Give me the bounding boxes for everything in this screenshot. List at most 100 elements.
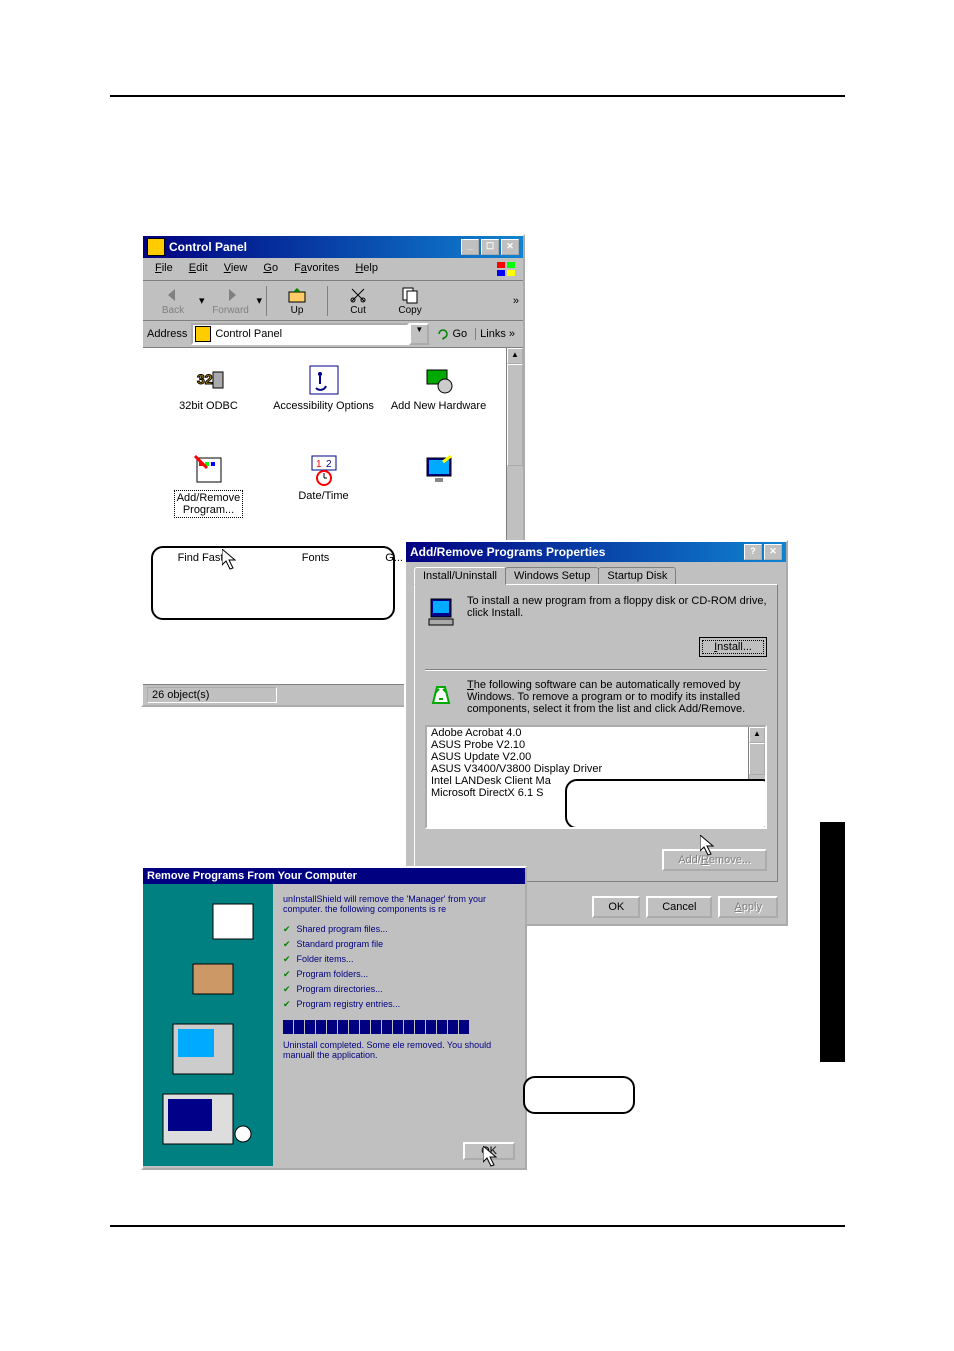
menu-favorites[interactable]: Favorites <box>286 260 347 278</box>
tab-startup-disk[interactable]: Startup Disk <box>598 567 676 585</box>
cancel-button[interactable]: Cancel <box>646 896 712 918</box>
divider-top <box>110 95 845 97</box>
window-controls: _ ☐ ✕ <box>459 239 519 255</box>
menubar: File Edit View Go Favorites Help <box>143 258 523 281</box>
odbc-icon: 32 <box>193 364 225 396</box>
uninstall-graphic <box>143 884 273 1166</box>
unin-item: Standard program file <box>283 937 515 952</box>
scroll-up-button[interactable]: ▲ <box>507 348 523 364</box>
list-item[interactable]: Adobe Acrobat 4.0 <box>427 727 765 739</box>
scroll-up-button[interactable]: ▲ <box>749 727 765 743</box>
address-label: Address <box>147 328 187 340</box>
tab-install[interactable]: Install/Uninstall <box>414 567 506 585</box>
copy-label: Copy <box>398 305 421 316</box>
svg-text:32: 32 <box>197 371 213 387</box>
scroll-thumb[interactable] <box>507 364 523 466</box>
menu-file[interactable]: File <box>147 260 181 278</box>
scroll-thumb[interactable] <box>749 743 765 775</box>
recycle-icon <box>425 679 457 711</box>
cp-item-partial[interactable]: G... <box>373 552 403 642</box>
apply-button[interactable]: Apply <box>718 896 778 918</box>
toolbar-separator <box>266 286 267 316</box>
address-bar: Address Control Panel ▼ Go Links » <box>143 321 523 348</box>
remove-text: The following software can be automatica… <box>467 679 767 715</box>
cp-item-add-remove-programs[interactable]: Add/RemoveProgram... <box>151 446 266 536</box>
address-value: Control Panel <box>215 328 282 340</box>
menu-help[interactable]: Help <box>347 260 386 278</box>
uninstall-description: unInstallShield will remove the 'Manager… <box>283 894 515 914</box>
install-text: To install a new program from a floppy d… <box>467 595 767 627</box>
links-button[interactable]: Links » <box>475 328 519 340</box>
unin-item: Program registry entries... <box>283 997 515 1012</box>
minimize-button[interactable]: _ <box>461 239 479 255</box>
black-tab-marker <box>820 822 845 1062</box>
datetime-icon: 12 <box>308 454 340 486</box>
menu-go[interactable]: Go <box>255 260 286 278</box>
address-field[interactable]: Control Panel <box>191 323 409 345</box>
cut-label: Cut <box>350 305 366 316</box>
list-item[interactable]: ASUS V3400/V3800 Display Driver <box>427 763 765 775</box>
cp-item-display[interactable] <box>381 446 496 536</box>
add-remove-icon <box>193 454 225 486</box>
help-button[interactable]: ? <box>744 544 762 560</box>
svg-text:1: 1 <box>316 459 322 470</box>
menu-edit[interactable]: Edit <box>181 260 216 278</box>
up-folder-icon <box>287 285 307 305</box>
install-button[interactable]: Install... <box>699 637 767 657</box>
back-button[interactable]: Back <box>147 283 199 318</box>
cp-item-odbc[interactable]: 32 32bit ODBC <box>151 356 266 446</box>
back-icon <box>163 285 183 305</box>
arp-title: Add/Remove Programs Properties <box>410 545 742 559</box>
forward-icon <box>221 285 241 305</box>
progress-bar <box>283 1020 515 1034</box>
menu-view[interactable]: View <box>216 260 256 278</box>
up-button[interactable]: Up <box>271 283 323 318</box>
cp-item-accessibility[interactable]: Accessibility Options <box>266 356 381 446</box>
ok-button[interactable]: OK <box>592 896 640 918</box>
toolbar-separator <box>327 286 328 316</box>
scissors-icon <box>348 285 368 305</box>
accessibility-icon <box>308 364 340 396</box>
dropdown-icon[interactable]: ▾ <box>257 294 263 307</box>
titlebar[interactable]: Control Panel _ ☐ ✕ <box>143 236 523 258</box>
close-button[interactable]: ✕ <box>501 239 519 255</box>
forward-label: Forward <box>212 305 249 316</box>
status-text: 26 object(s) <box>147 687 277 703</box>
tab-windows-setup[interactable]: Windows Setup <box>505 567 599 585</box>
address-dropdown[interactable]: ▼ <box>409 323 429 345</box>
control-panel-icon <box>147 238 165 256</box>
divider-bottom <box>110 1225 845 1227</box>
cp-item-datetime[interactable]: 12 Date/Time <box>266 446 381 536</box>
forward-button[interactable]: Forward <box>205 283 257 318</box>
tab-content: To install a new program from a floppy d… <box>414 584 778 882</box>
list-item[interactable]: ASUS Probe V2.10 <box>427 739 765 751</box>
programs-listbox[interactable]: Adobe Acrobat 4.0 ASUS Probe V2.10 ASUS … <box>425 725 767 829</box>
unin-item: Program folders... <box>283 967 515 982</box>
uninstall-content: unInstallShield will remove the 'Manager… <box>273 884 525 1166</box>
unin-item: Shared program files... <box>283 922 515 937</box>
toolbar-more[interactable]: » <box>513 295 519 307</box>
install-icon <box>425 595 457 627</box>
cut-button[interactable]: Cut <box>332 283 384 318</box>
close-button[interactable]: ✕ <box>764 544 782 560</box>
cp-item-add-hardware[interactable]: Add New Hardware <box>381 356 496 446</box>
unin-titlebar[interactable]: Remove Programs From Your Computer <box>143 868 525 884</box>
toolbar: Back ▾ Forward ▾ Up Cut Copy » <box>143 281 523 321</box>
back-label: Back <box>162 305 184 316</box>
unin-item: Folder items... <box>283 952 515 967</box>
uninstall-dialog: Remove Programs From Your Computer unIns… <box>141 866 527 1170</box>
copy-button[interactable]: Copy <box>384 283 436 318</box>
svg-text:2: 2 <box>326 459 332 470</box>
cp-item-fonts[interactable]: Fonts <box>258 552 373 642</box>
arp-titlebar[interactable]: Add/Remove Programs Properties ? ✕ <box>406 542 786 562</box>
annotation-hole-2 <box>565 779 767 829</box>
go-icon <box>437 328 449 340</box>
uninstall-list: Shared program files... Standard program… <box>283 922 515 1012</box>
go-button[interactable]: Go <box>433 328 471 340</box>
maximize-button[interactable]: ☐ <box>481 239 499 255</box>
list-item[interactable]: ASUS Update V2.00 <box>427 751 765 763</box>
uninstall-complete-text: Uninstall completed. Some ele removed. Y… <box>283 1040 515 1060</box>
tab-strip: Install/Uninstall Windows Setup Startup … <box>406 563 786 585</box>
window-title: Control Panel <box>169 240 459 254</box>
folder-icon <box>195 326 211 342</box>
